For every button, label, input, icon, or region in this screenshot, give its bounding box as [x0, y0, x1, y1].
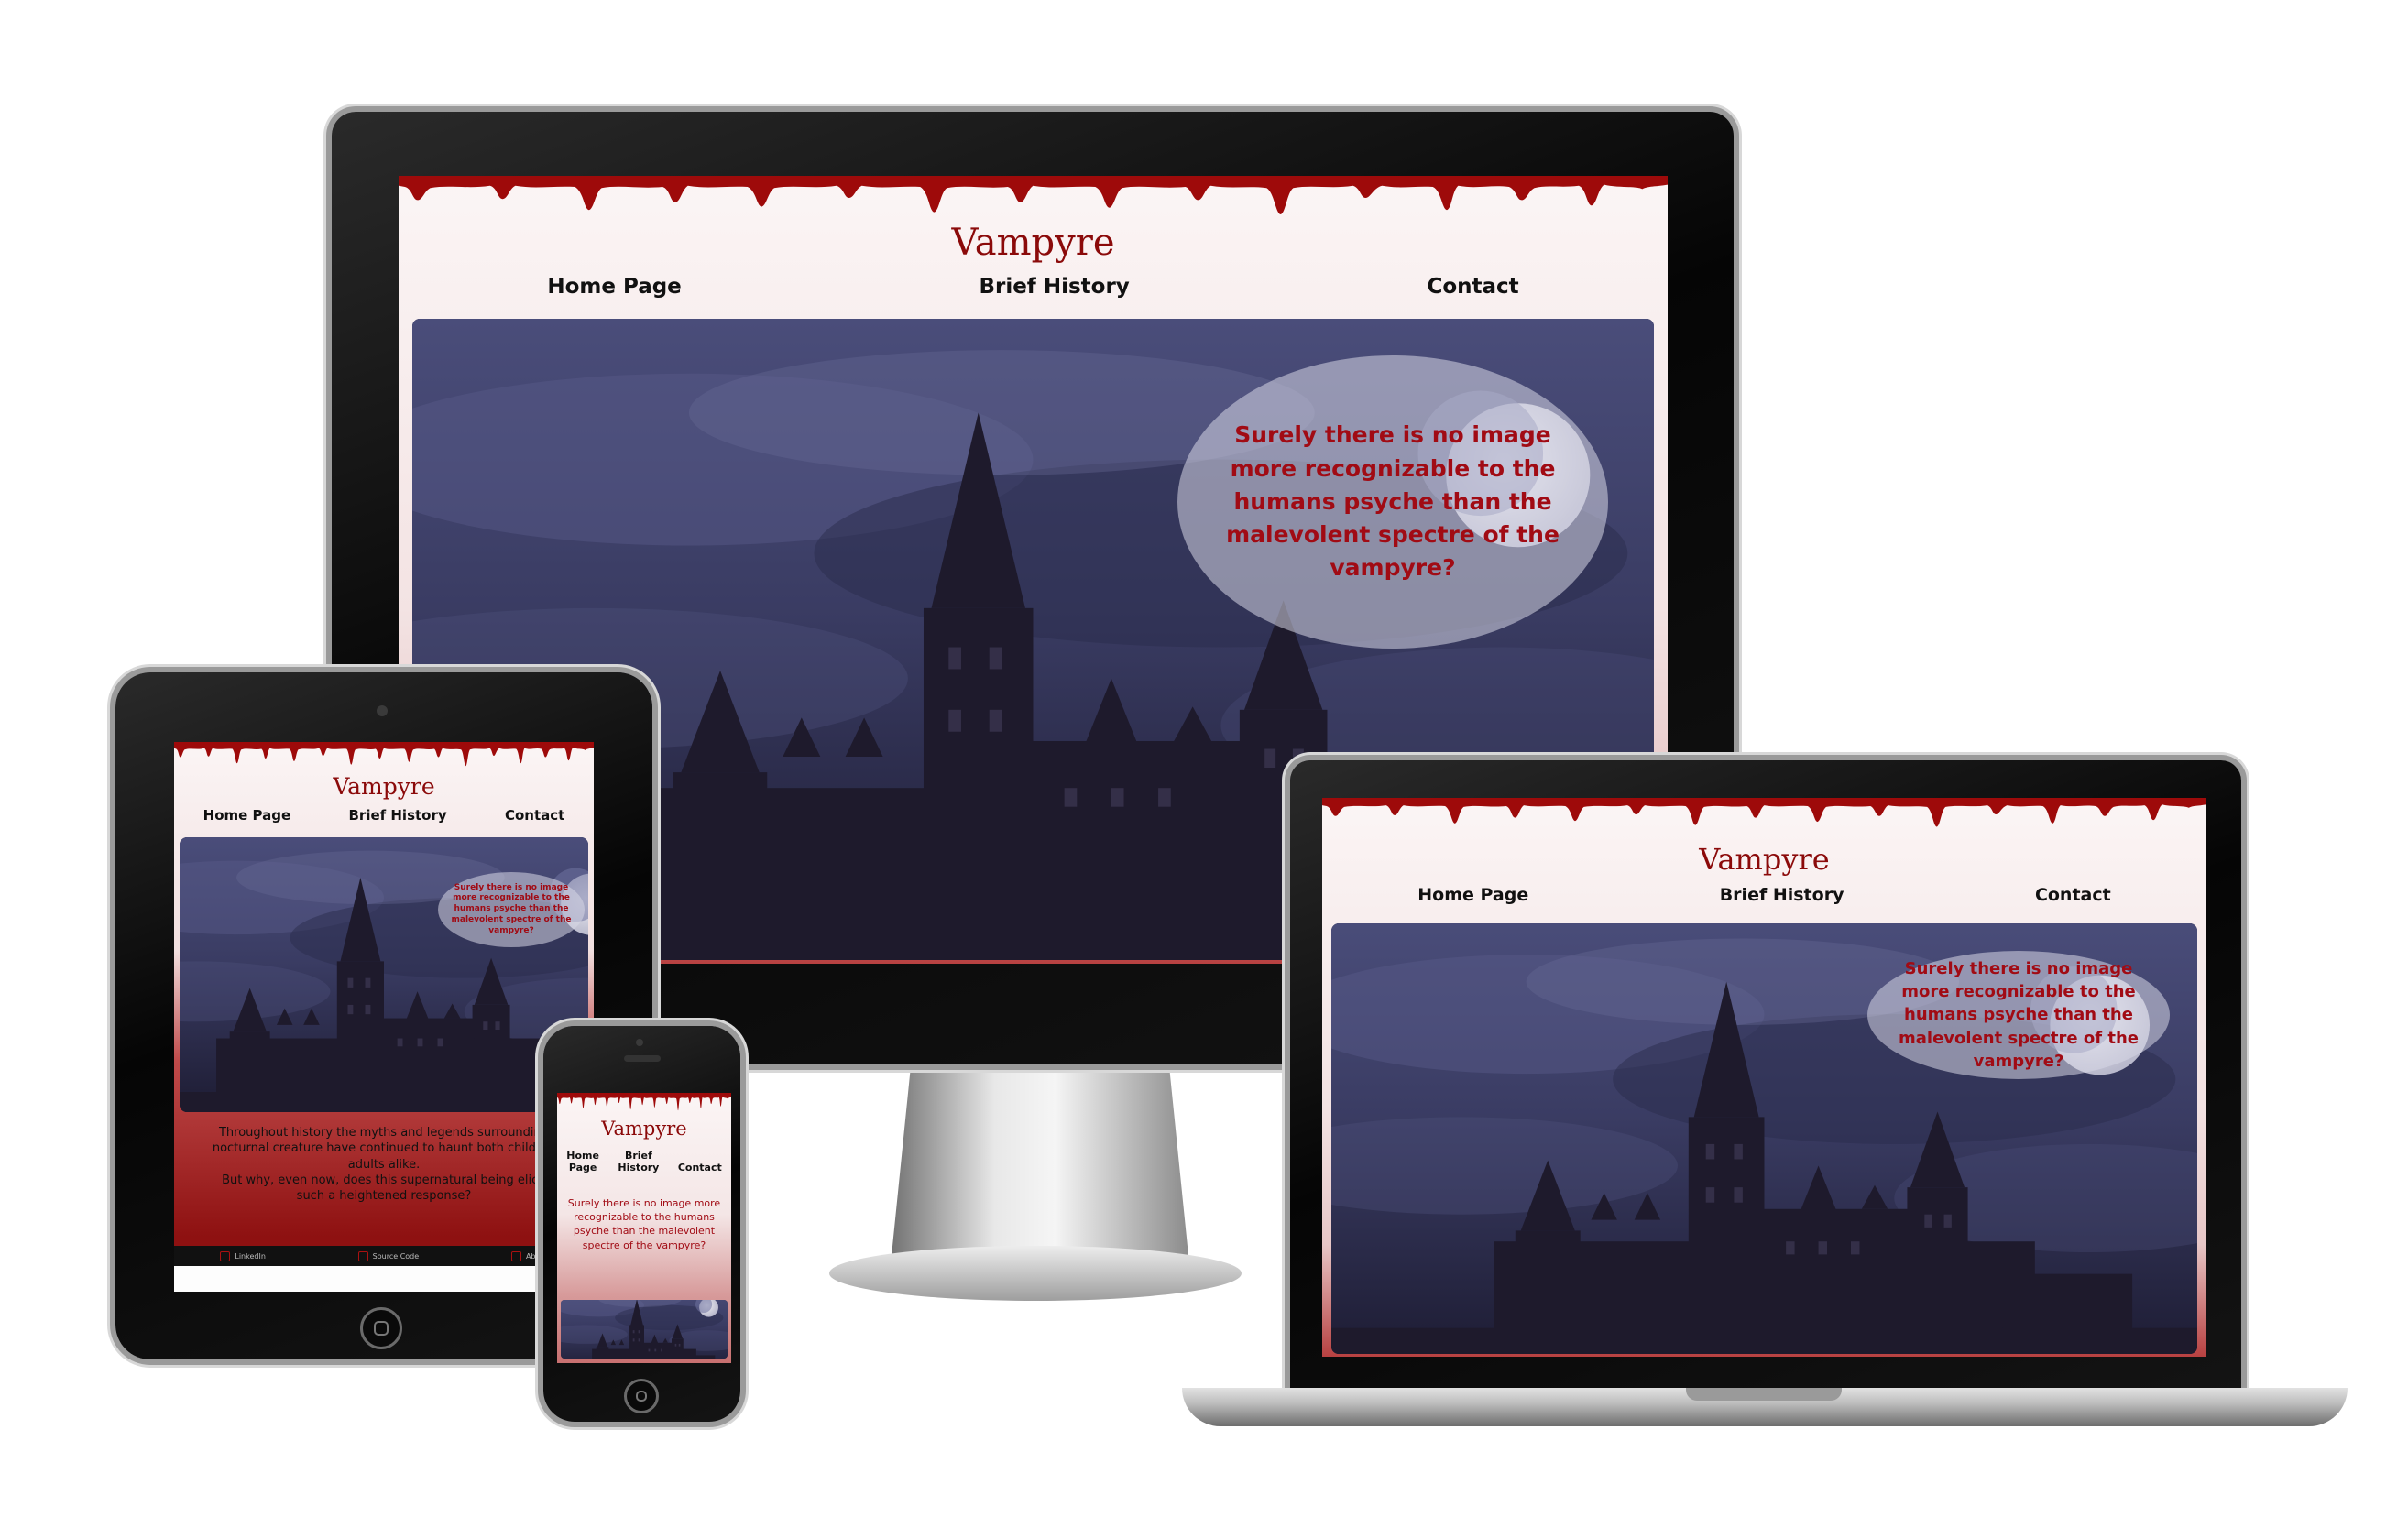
phone-home-button[interactable] — [624, 1379, 659, 1413]
blood-drip-border — [1322, 798, 2206, 827]
intro-text: Throughout history the myths and legends… — [174, 1125, 594, 1204]
nav-home[interactable]: Home Page — [203, 807, 291, 824]
main-nav: Home Page Brief History Contact — [174, 807, 594, 824]
intro-line: adults alike. — [347, 1157, 421, 1172]
intro-line: Throughout history the myths and legends… — [218, 1126, 550, 1140]
footer-linkedin[interactable]: LinkedIn — [220, 1250, 266, 1261]
tablet-screen: Vampyre Home Page Brief History Contact … — [174, 742, 594, 1292]
main-nav: Home Page Brief History Contact — [1322, 885, 2206, 906]
nav-home[interactable]: Home Page — [566, 1150, 599, 1174]
main-nav: Home Page Brief History Contact — [557, 1150, 731, 1174]
info-icon — [510, 1250, 521, 1261]
nav-history[interactable]: Brief History — [1720, 885, 1844, 906]
laptop-notch — [1686, 1388, 1842, 1401]
laptop-site: Vampyre Home Page Brief History Contact … — [1322, 798, 2206, 1357]
tablet-camera — [377, 705, 388, 716]
laptop-screen: Vampyre Home Page Brief History Contact … — [1322, 798, 2206, 1357]
hero-image: Surely there is no image more recognizab… — [1331, 923, 2197, 1354]
footer-source[interactable]: Source Code — [357, 1250, 419, 1261]
tablet-site: Vampyre Home Page Brief History Contact … — [174, 742, 594, 1292]
main-nav: Home Page Brief History Contact — [399, 275, 1668, 299]
hero-image — [561, 1300, 728, 1359]
phone-site: Vampyre Home Page Brief History Contact Su… — [557, 1093, 731, 1363]
nav-contact[interactable]: Contact — [2035, 885, 2111, 906]
nav-contact[interactable]: Contact — [678, 1151, 722, 1174]
intro-line: such a heightened response? — [296, 1189, 472, 1204]
tablet-home-button[interactable] — [360, 1307, 402, 1349]
site-title[interactable]: Vampyre — [174, 773, 594, 800]
nav-home[interactable]: Home Page — [1417, 885, 1528, 906]
hero-image: Surely there is no image more recognizab… — [180, 837, 588, 1112]
nav-history[interactable]: Brief History — [618, 1150, 659, 1174]
footer-about[interactable]: About — [510, 1250, 548, 1261]
blood-drip-border — [174, 742, 594, 767]
tablet-page-end — [174, 1266, 594, 1292]
nav-history[interactable]: Brief History — [979, 275, 1129, 299]
linkedin-icon — [220, 1250, 231, 1261]
blood-drip-border — [399, 176, 1668, 214]
castle-illustration — [561, 1300, 728, 1359]
monitor-stand-foot — [829, 1246, 1242, 1301]
hero-text: Surely there is no image more recognizab… — [567, 1197, 721, 1251]
site-title[interactable]: Vampyre — [557, 1118, 731, 1140]
intro-line: nocturnal creature have continued to hau… — [212, 1141, 556, 1156]
code-icon — [357, 1250, 368, 1261]
phone-camera — [636, 1039, 643, 1046]
phone-screen: Vampyre Home Page Brief History Contact Su… — [557, 1093, 731, 1363]
intro-line: But why, even now, does this supernatura… — [222, 1173, 546, 1187]
blood-drip-border — [557, 1093, 731, 1111]
hero-text-bubble: Surely there is no image more recognizab… — [438, 872, 585, 947]
site-footer: LinkedIn Source Code About — [174, 1246, 594, 1266]
hero-text-bubble: Surely there is no image more recognizab… — [1177, 355, 1608, 649]
hero-text-bubble: Surely there is no image more recognizab… — [1867, 951, 2170, 1079]
nav-home[interactable]: Home Page — [547, 275, 681, 299]
phone-speaker — [624, 1055, 661, 1062]
site-title[interactable]: Vampyre — [399, 222, 1668, 264]
site-title[interactable]: Vampyre — [1322, 842, 2206, 877]
nav-contact[interactable]: Contact — [1427, 275, 1518, 299]
nav-contact[interactable]: Contact — [505, 807, 564, 824]
nav-history[interactable]: Brief History — [348, 807, 446, 824]
